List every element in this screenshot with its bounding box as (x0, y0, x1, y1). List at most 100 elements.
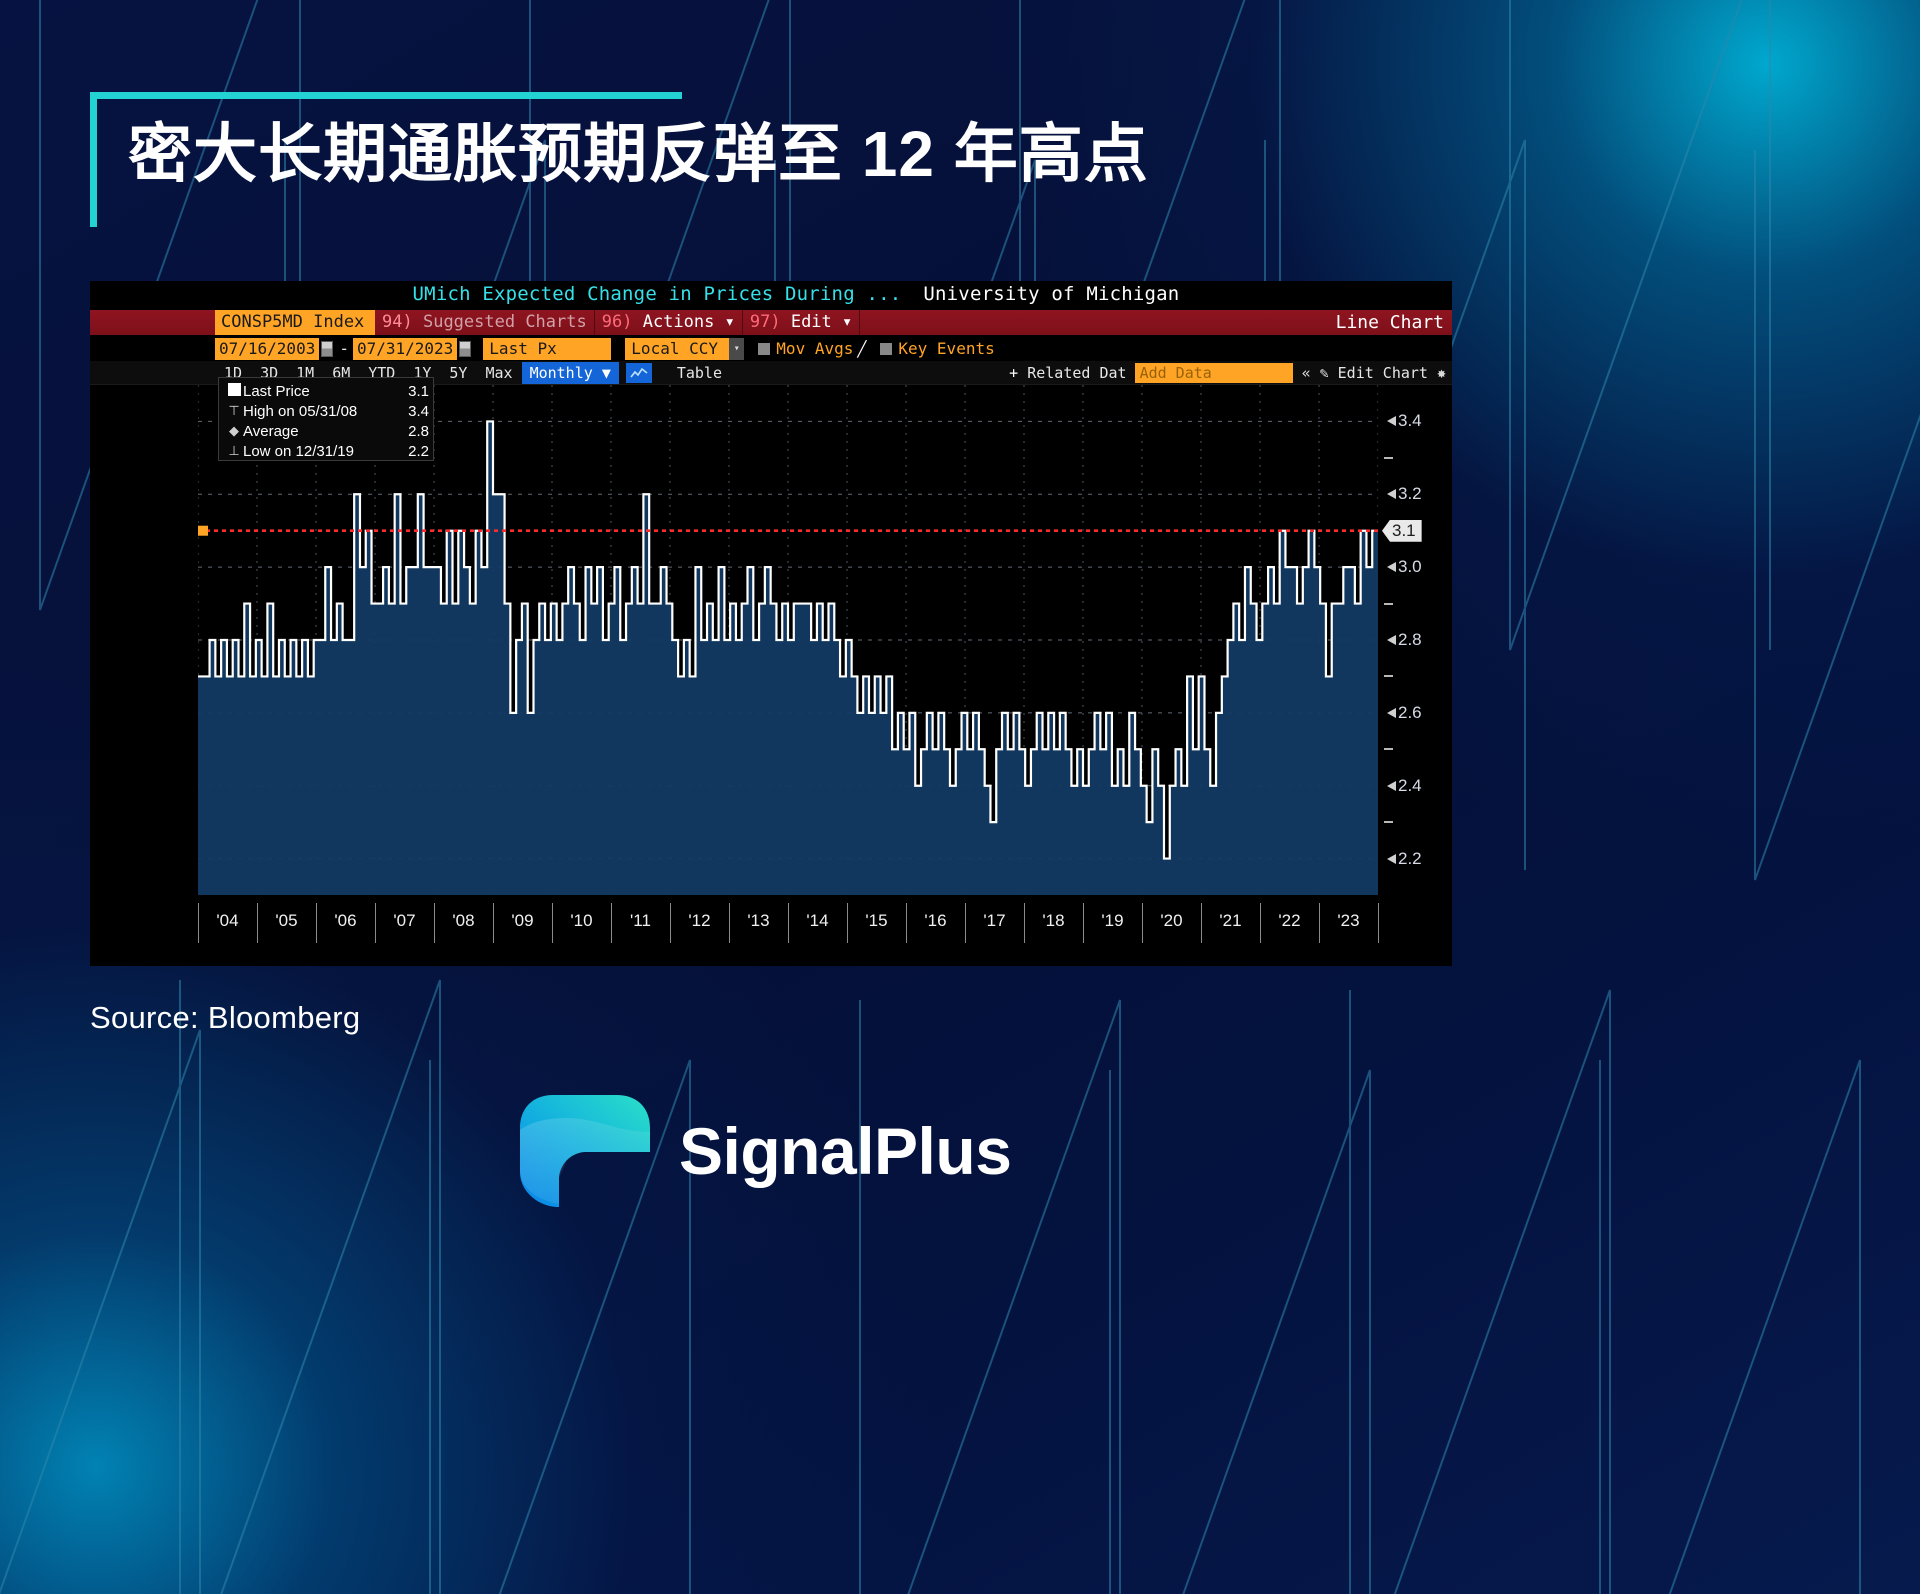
source-note: Source: Bloomberg (90, 1000, 361, 1035)
interval-max[interactable]: Max (476, 362, 521, 384)
pencil-icon: ✎ (1319, 364, 1329, 382)
high-marker-icon: ⊤ (228, 403, 240, 418)
x-tick-separator (670, 903, 671, 943)
x-tick-separator (552, 903, 553, 943)
y-tick-arrow-icon (1384, 416, 1396, 427)
signalplus-wave-logo (520, 1095, 650, 1207)
headline-rule-top (90, 92, 682, 99)
y-minor-tick (1384, 748, 1393, 751)
date-range-bar: 07/16/2003 - 07/31/2023 Last Px Local CC… (90, 336, 1452, 361)
x-tick-label: '07 (393, 911, 416, 930)
x-tick-label: '05 (275, 911, 298, 930)
x-tick-separator (1024, 903, 1025, 943)
edit-button[interactable]: 97) Edit ▾ (743, 310, 861, 335)
edit-chart-button[interactable]: ✎ Edit Chart (1320, 364, 1428, 382)
chart-plot-area (198, 385, 1378, 895)
brand-lockup: SignalPlus (519, 1095, 1419, 1207)
related-data-label: Related Dat (1027, 364, 1127, 382)
calendar-icon-start[interactable] (321, 340, 334, 357)
related-data-button[interactable]: + Related Dat (1009, 364, 1126, 382)
y-minor-tick (1384, 821, 1393, 824)
x-tick-label: '16 (924, 911, 947, 930)
legend-row-average: ◆ Average 2.8 (225, 421, 429, 441)
key-events-checkbox[interactable] (880, 342, 893, 355)
y-minor-tick (1384, 602, 1393, 605)
y-tick-label: 2.2 (1398, 848, 1422, 868)
command-bar: CONSP5MD Index 94) Suggested Charts 96) … (90, 310, 1452, 335)
mov-avgs-pencil-icon[interactable]: ╱ (857, 340, 866, 358)
gear-icon[interactable]: ✸ (1437, 364, 1446, 382)
legend-row-high: ⊤ High on 05/31/08 3.4 (225, 401, 429, 421)
headline-block: 密大长期通胀预期反弹至 12 年高点 (90, 92, 1390, 242)
x-tick-label: '12 (688, 911, 711, 930)
x-tick-label: '15 (865, 911, 888, 930)
mov-avgs-checkbox[interactable] (758, 342, 771, 355)
table-button[interactable]: Table (668, 362, 731, 384)
ticker-input[interactable]: CONSP5MD Index (215, 310, 375, 335)
x-tick-separator (1378, 903, 1379, 943)
page-title: 密大长期通胀预期反弹至 12 年高点 (128, 118, 1149, 190)
x-tick-separator (1142, 903, 1143, 943)
edit-caret-icon: ▾ (842, 312, 853, 332)
chart-type-icon[interactable] (625, 362, 652, 383)
legend-row-last-price: Last Price 3.1 (225, 381, 429, 401)
legend-label-low: Low on 12/31/19 (243, 442, 354, 460)
low-marker-icon: ⊥ (228, 443, 240, 458)
legend-label-last-price: Last Price (243, 382, 310, 400)
start-date-input[interactable]: 07/16/2003 (215, 337, 320, 360)
x-tick-label: '23 (1337, 911, 1360, 930)
bloomberg-terminal-panel: UMich Expected Change in Prices During .… (90, 281, 1452, 966)
legend-value-low: 2.2 (408, 442, 429, 460)
y-tick-label: 2.6 (1398, 702, 1422, 722)
periodicity-dropdown[interactable]: Monthly ▼ (521, 361, 619, 384)
x-tick-separator (257, 903, 258, 943)
x-tick-label: '08 (452, 911, 475, 930)
date-range-dash: - (339, 339, 349, 358)
x-tick-separator (1260, 903, 1261, 943)
interval-5y[interactable]: 5Y (440, 362, 476, 384)
add-data-input[interactable]: Add Data (1134, 363, 1293, 383)
currency-input[interactable]: Local CCY (625, 337, 730, 360)
y-tick-arrow-icon (1384, 635, 1396, 645)
price-field-input[interactable]: Last Px (483, 337, 612, 360)
x-tick-separator (906, 903, 907, 943)
y-axis: 2.2 2.4 2.6 2.8 3.0 3.2 3.4 3.1 (1382, 385, 1444, 895)
actions-button[interactable]: 96) Actions ▾ (595, 310, 743, 335)
x-tick-separator (788, 903, 789, 943)
y-tick-label: 2.4 (1398, 775, 1422, 795)
x-tick-separator (375, 903, 376, 943)
x-tick-label: '19 (1101, 911, 1124, 930)
actions-label: Actions (642, 312, 715, 332)
x-tick-separator (1201, 903, 1202, 943)
x-tick-label: '17 (983, 911, 1006, 930)
y-tick-arrow-icon (1384, 853, 1396, 864)
key-events-label: Key Events (898, 339, 995, 358)
x-tick-label: '04 (216, 911, 239, 930)
interval-bar-right: + Related Dat Add Data « ✎ Edit Chart ✸ (1009, 361, 1446, 385)
average-marker-icon: ◆ (229, 423, 239, 438)
y-tick-label: 3.2 (1398, 484, 1422, 504)
y-tick-label: 3.4 (1398, 411, 1422, 431)
legend-value-high: 3.4 (408, 402, 429, 420)
x-tick-separator (965, 903, 966, 943)
chart-title: UMich Expected Change in Prices During .… (412, 283, 902, 305)
plus-icon: + (1009, 364, 1019, 382)
x-tick-label: '06 (334, 911, 357, 930)
end-date-input[interactable]: 07/31/2023 (352, 337, 458, 360)
x-tick-separator (729, 903, 730, 943)
y-tick-label: 3.0 (1398, 557, 1422, 577)
price-chart (198, 385, 1378, 895)
collapse-icon[interactable]: « (1302, 364, 1311, 382)
x-tick-separator (1083, 903, 1084, 943)
suggested-charts-button[interactable]: 94) Suggested Charts (375, 310, 595, 335)
periodicity-label: Monthly (529, 363, 593, 382)
y-minor-tick (1384, 456, 1393, 459)
edit-num: 97) (749, 312, 781, 332)
calendar-icon-end[interactable] (459, 340, 472, 357)
x-axis: '04 '05 '06 '07 '08 '09 '10 '11 '12 '13 '14 '15 '16 '… (198, 903, 1379, 949)
legend-label-high: High on 05/31/08 (243, 402, 358, 420)
x-tick-label: '20 (1160, 911, 1183, 930)
suggested-charts-num: 94) (382, 312, 413, 332)
legend-row-low: ⊥ Low on 12/31/19 2.2 (225, 441, 429, 461)
currency-dropdown-icon[interactable]: ▾ (729, 337, 745, 360)
